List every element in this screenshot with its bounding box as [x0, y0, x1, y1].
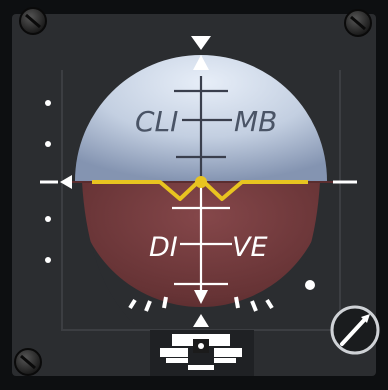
- adjust-knob-icon[interactable]: [330, 305, 380, 355]
- attitude-indicator: CLI MB DI VE: [0, 0, 388, 390]
- screw-icon: [19, 7, 47, 35]
- screw-icon: [344, 9, 372, 37]
- dive-label-right: VE: [232, 232, 268, 263]
- pitch-trim-scale: [150, 330, 254, 376]
- climb-label-right: MB: [234, 105, 277, 138]
- screw-icon: [14, 348, 42, 376]
- bank-dot: [305, 280, 315, 290]
- dive-label-left: DI: [149, 232, 178, 263]
- climb-label-left: CLI: [135, 105, 178, 138]
